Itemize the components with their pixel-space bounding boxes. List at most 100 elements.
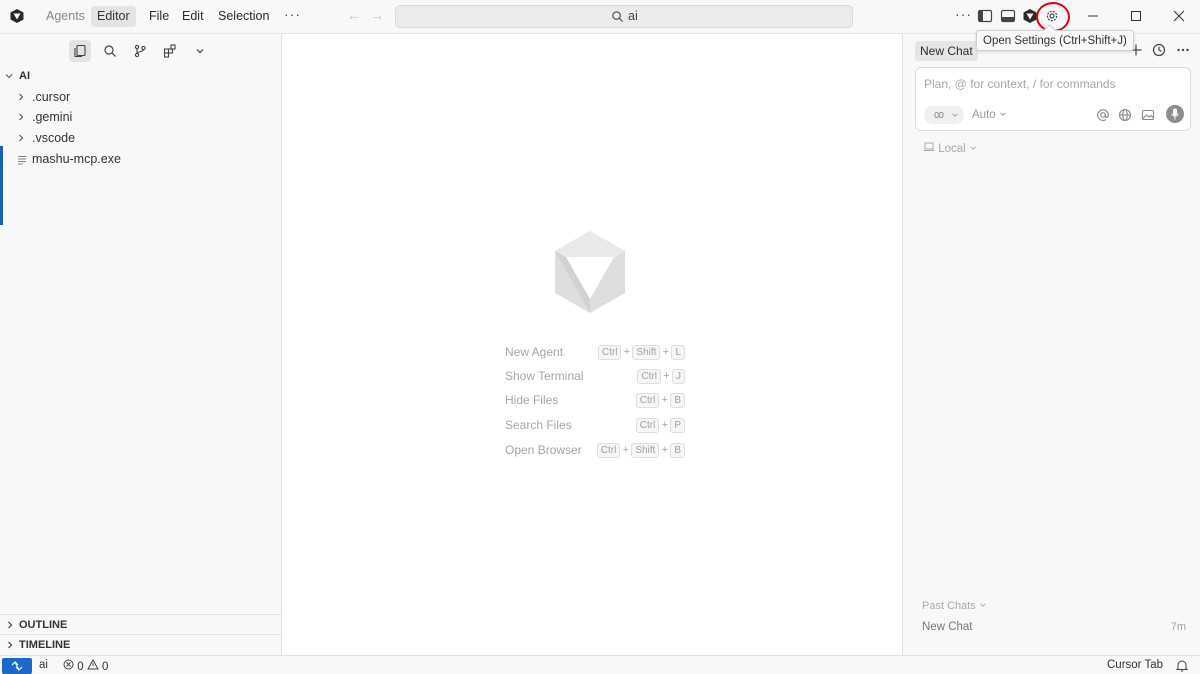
chevron-right-icon [19, 113, 24, 121]
toggle-panel-icon[interactable] [1000, 8, 1016, 24]
search-tool[interactable] [99, 40, 121, 62]
tree-item-vscode[interactable]: .vscode [0, 128, 281, 148]
settings-gear-icon[interactable] [1044, 8, 1060, 24]
layout-more-icon[interactable]: ··· [955, 6, 972, 22]
chevron-down-icon [196, 49, 204, 54]
environment-label: Local [938, 143, 966, 155]
image-upload-icon[interactable] [1141, 108, 1155, 122]
maximize-icon [1131, 11, 1141, 21]
chevron-right-icon [8, 621, 13, 629]
menu-editor[interactable]: Editor [91, 6, 136, 27]
section-label: OUTLINE [19, 619, 68, 631]
chat-composer[interactable]: Plan, @ for context, / for commands Auto [915, 67, 1191, 131]
shortcut-label: Hide Files [505, 393, 559, 407]
chat-panel: New Chat Plan, @ for context, / for comm… [902, 34, 1200, 655]
forward-arrow-icon[interactable]: → [370, 7, 384, 23]
voice-input-button[interactable] [1166, 105, 1184, 123]
shortcut-hide-files[interactable]: Hide Files Ctrl + B [505, 391, 685, 409]
past-chat-time: 7m [1170, 621, 1186, 633]
tree-item-mashu-mcp[interactable]: mashu-mcp.exe [0, 149, 281, 169]
key: J [672, 369, 685, 384]
shortcut-label: New Agent [505, 345, 564, 359]
shortcut-new-agent[interactable]: New Agent Ctrl + Shift + L [505, 343, 685, 361]
key: L [671, 345, 685, 360]
shortcut-label: Open Browser [505, 443, 582, 457]
remote-indicator-button[interactable] [2, 658, 32, 674]
close-icon [1173, 10, 1185, 22]
extensions-icon [163, 44, 176, 58]
menu-edit[interactable]: Edit [176, 6, 210, 27]
toggle-sidebar-icon[interactable] [977, 8, 993, 24]
command-search-box[interactable]: ai [395, 5, 853, 28]
model-label: Auto [972, 109, 996, 121]
problems-indicator[interactable]: 0 0 [63, 658, 109, 673]
settings-tooltip: Open Settings (Ctrl+Shift+J) [976, 30, 1134, 51]
maximize-button[interactable] [1114, 0, 1158, 32]
tree-item-label: mashu-mcp.exe [32, 152, 121, 166]
menu-agents[interactable]: Agents [40, 6, 91, 27]
tree-item-gemini[interactable]: .gemini [0, 107, 281, 127]
tree-item-label: .cursor [32, 90, 71, 104]
microphone-icon [1171, 108, 1179, 120]
warning-count: 0 [102, 661, 109, 673]
key: Shift [631, 443, 660, 458]
chat-more-icon[interactable] [1176, 43, 1190, 57]
chevron-right-icon [8, 641, 13, 649]
title-bar: Agents Editor File Edit Selection ··· ← … [0, 0, 1200, 34]
agent-cube-icon[interactable] [1022, 8, 1038, 24]
tree-item-cursor[interactable]: .cursor [0, 87, 281, 107]
notifications-bell-icon[interactable] [1176, 659, 1188, 672]
minimize-icon [1088, 15, 1098, 17]
history-clock-icon[interactable] [1152, 43, 1166, 57]
mention-at-icon[interactable] [1096, 108, 1110, 122]
chevron-down-icon [5, 74, 13, 79]
explorer-tool[interactable] [69, 40, 91, 62]
timeline-section[interactable]: TIMELINE [0, 634, 281, 655]
root-folder-label: AI [19, 70, 30, 82]
model-selector[interactable]: Auto [972, 109, 1007, 121]
agent-mode-toggle[interactable] [924, 106, 964, 124]
shortcut-keys: Ctrl + P [635, 417, 685, 433]
chevron-down-icon [980, 603, 986, 607]
past-chat-item[interactable]: New Chat [922, 621, 973, 633]
past-chats-header[interactable]: Past Chats [922, 600, 987, 612]
tree-item-label: .vscode [32, 131, 76, 145]
source-control-tool[interactable] [129, 40, 151, 62]
minimize-button[interactable] [1071, 0, 1115, 32]
key: Ctrl [596, 443, 621, 458]
tree-root[interactable]: AI [0, 66, 281, 86]
file-lines-icon [18, 156, 26, 165]
warning-triangle-icon [86, 658, 99, 670]
close-button[interactable] [1157, 0, 1200, 32]
web-globe-icon[interactable] [1118, 108, 1132, 122]
environment-selector[interactable]: Local [923, 142, 977, 155]
workspace-name[interactable]: ai [39, 659, 48, 671]
infinity-icon [934, 111, 944, 119]
key: Ctrl [635, 393, 660, 408]
outline-section[interactable]: OUTLINE [0, 614, 281, 635]
shortcut-search-files[interactable]: Search Files Ctrl + P [505, 416, 685, 434]
key: P [670, 418, 685, 433]
status-bar: ai 0 0 Cursor Tab [0, 655, 1200, 674]
back-arrow-icon[interactable]: ← [347, 7, 361, 23]
shortcut-show-terminal[interactable]: Show Terminal Ctrl + J [505, 367, 685, 385]
extensions-tool[interactable] [159, 40, 181, 62]
menu-selection[interactable]: Selection [212, 6, 275, 27]
cursor-logo-icon [10, 9, 24, 23]
menu-file[interactable]: File [143, 6, 175, 27]
search-icon [104, 45, 116, 57]
more-views-dropdown[interactable] [189, 40, 211, 62]
chat-input-placeholder: Plan, @ for context, / for commands [924, 77, 1116, 91]
shortcut-keys: Ctrl + B [635, 392, 685, 408]
cursor-tab-status[interactable]: Cursor Tab [1107, 659, 1163, 671]
shortcut-keys: Ctrl + J [637, 368, 685, 384]
chevron-down-icon [970, 146, 976, 150]
past-chats-label: Past Chats [922, 600, 976, 612]
laptop-icon [923, 142, 935, 151]
more-menu-icon[interactable]: ··· [284, 6, 301, 22]
shortcut-open-browser[interactable]: Open Browser Ctrl + Shift + B [505, 441, 685, 459]
section-label: TIMELINE [19, 639, 71, 651]
chat-tab[interactable]: New Chat [915, 41, 978, 61]
chevron-down-icon [1000, 112, 1006, 116]
error-circle-icon [63, 659, 74, 670]
